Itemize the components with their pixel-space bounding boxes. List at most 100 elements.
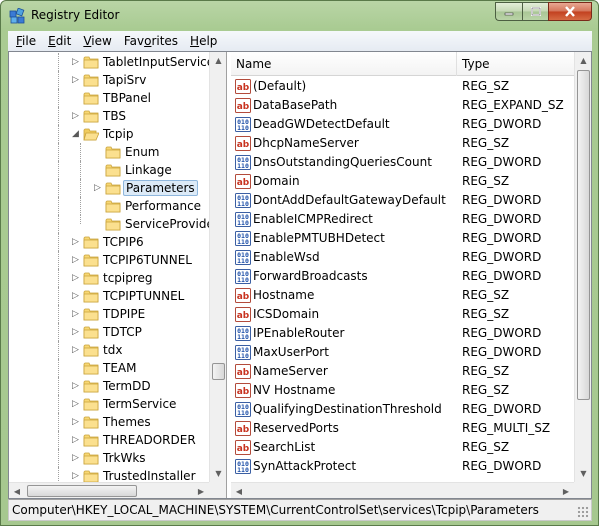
collapsed-arrow-icon[interactable]: ▷: [71, 345, 80, 355]
list-item[interactable]: ab ICSDomain REG_SZ: [231, 305, 574, 324]
maximize-button[interactable]: [522, 2, 548, 21]
list-item[interactable]: 010 110 EnableICMPRedirect REG_DWORD: [231, 210, 574, 229]
collapsed-arrow-icon[interactable]: ▷: [71, 381, 80, 391]
tree-item[interactable]: ▷ TrkWks: [9, 449, 209, 467]
tree-item[interactable]: ▷ TBS: [9, 107, 209, 125]
list-item[interactable]: 010 110 IPEnableRouter REG_DWORD: [231, 324, 574, 343]
tree-scroll-thumb[interactable]: [212, 363, 225, 380]
tree-vertical-scrollbar[interactable]: ▲ ▼: [209, 52, 226, 482]
menu-view[interactable]: View: [77, 31, 117, 51]
tree-item[interactable]: ServiceProvider: [9, 215, 209, 233]
scroll-left-icon[interactable]: ◀: [9, 483, 25, 498]
collapsed-arrow-icon[interactable]: ▷: [71, 327, 80, 337]
tree-item[interactable]: TBPanel: [9, 89, 209, 107]
scroll-left-icon[interactable]: ◀: [231, 483, 247, 498]
resize-grip-icon[interactable]: [577, 506, 589, 518]
list-item[interactable]: 010 110 EnableWsd REG_DWORD: [231, 248, 574, 267]
list-item[interactable]: 010 110 EnablePMTUBHDetect REG_DWORD: [231, 229, 574, 248]
tree-item[interactable]: Performance: [9, 197, 209, 215]
collapsed-arrow-icon[interactable]: ▷: [71, 255, 80, 265]
value-name: SynAttackProtect: [253, 459, 357, 473]
list-item[interactable]: ab Domain REG_SZ: [231, 172, 574, 191]
tree-item[interactable]: ▷ tcpipreg: [9, 269, 209, 287]
list-scroll-thumb[interactable]: [577, 70, 590, 400]
list-item[interactable]: ab NameServer REG_SZ: [231, 362, 574, 381]
close-button[interactable]: [548, 2, 592, 21]
tree-horizontal-scrollbar[interactable]: ◀ ▶: [9, 482, 209, 498]
list-item[interactable]: ab ReservedPorts REG_MULTI_SZ: [231, 419, 574, 438]
tree-item[interactable]: Linkage: [9, 161, 209, 179]
list-item[interactable]: ab DataBasePath REG_EXPAND_SZ: [231, 96, 574, 115]
tree-item[interactable]: ▷ TDTCP: [9, 323, 209, 341]
collapsed-arrow-icon[interactable]: ▷: [93, 183, 102, 193]
collapsed-arrow-icon[interactable]: ▷: [71, 417, 80, 427]
tree-item[interactable]: ▷ TCPIP6TUNNEL: [9, 251, 209, 269]
folder-icon: [105, 199, 121, 213]
column-header-name[interactable]: Name: [231, 52, 457, 76]
list-item[interactable]: 010 110 MaxUserPort REG_DWORD: [231, 343, 574, 362]
list-item[interactable]: 010 110 QualifyingDestinationThreshold REG_…: [231, 400, 574, 419]
collapsed-arrow-icon[interactable]: ▷: [71, 453, 80, 463]
tree-item[interactable]: Enum: [9, 143, 209, 161]
list-vertical-scrollbar[interactable]: ▲ ▼: [574, 52, 591, 482]
menu-favorites[interactable]: Favorites: [118, 31, 184, 51]
collapsed-arrow-icon[interactable]: ▷: [71, 309, 80, 319]
svg-text:110: 110: [237, 409, 249, 417]
list-item[interactable]: ab Hostname REG_SZ: [231, 286, 574, 305]
tree-item[interactable]: ▷ Themes: [9, 413, 209, 431]
menu-help[interactable]: Help: [184, 31, 223, 51]
list-item[interactable]: ab SearchList REG_SZ: [231, 438, 574, 457]
list-item[interactable]: 010 110 ForwardBroadcasts REG_DWORD: [231, 267, 574, 286]
tree-item[interactable]: ▷ TermService: [9, 395, 209, 413]
collapsed-arrow-icon[interactable]: ▷: [71, 57, 80, 67]
list-item[interactable]: ab DhcpNameServer REG_SZ: [231, 134, 574, 153]
expanded-arrow-icon[interactable]: ◢: [71, 129, 80, 139]
list-item[interactable]: 010 110 DontAddDefaultGatewayDefault REG_DW…: [231, 191, 574, 210]
collapsed-arrow-icon[interactable]: ▷: [71, 237, 80, 247]
folder-icon: [83, 307, 99, 321]
list-item[interactable]: 010 110 SynAttackProtect REG_DWORD: [231, 457, 574, 476]
list-item[interactable]: 010 110 DnsOutstandingQueriesCount REG_DWOR…: [231, 153, 574, 172]
tree-item[interactable]: ▷ tdx: [9, 341, 209, 359]
scroll-right-icon[interactable]: ▶: [193, 483, 209, 498]
menu-edit[interactable]: Edit: [42, 31, 77, 51]
collapsed-arrow-icon[interactable]: ▷: [71, 435, 80, 445]
collapsed-arrow-icon[interactable]: ▷: [71, 75, 80, 85]
tree-item[interactable]: TEAM: [9, 359, 209, 377]
tree-item[interactable]: ▷ TCPIP6: [9, 233, 209, 251]
collapsed-arrow-icon[interactable]: ▷: [71, 273, 80, 283]
collapsed-arrow-icon[interactable]: ▷: [71, 291, 80, 301]
tree-item[interactable]: ▷ Parameters: [9, 179, 209, 197]
minimize-button[interactable]: [495, 2, 522, 21]
tree-item[interactable]: ▷ TermDD: [9, 377, 209, 395]
list-item[interactable]: ab (Default) REG_SZ: [231, 77, 574, 96]
tree-item[interactable]: ▷ TDPIPE: [9, 305, 209, 323]
scroll-up-icon[interactable]: ▲: [210, 52, 226, 69]
title-bar[interactable]: Registry Editor: [1, 1, 598, 31]
string-value-icon: ab: [235, 440, 251, 455]
collapsed-arrow-icon[interactable]: ▷: [71, 471, 80, 481]
value-type: REG_DWORD: [462, 155, 542, 169]
collapsed-arrow-icon[interactable]: ▷: [71, 399, 80, 409]
scroll-up-icon[interactable]: ▲: [575, 52, 591, 69]
tree-item[interactable]: ▷ TrustedInstaller: [9, 467, 209, 482]
column-header-type[interactable]: Type: [457, 52, 574, 76]
tree-item[interactable]: ◢ Tcpip: [9, 125, 209, 143]
list-horizontal-scrollbar[interactable]: ◀ ▶: [231, 482, 574, 498]
menu-file[interactable]: File: [10, 31, 42, 51]
list-item[interactable]: 010 110 DeadGWDetectDefault REG_DWORD: [231, 115, 574, 134]
scroll-down-icon[interactable]: ▼: [210, 465, 226, 482]
scrollbar-corner: [574, 482, 591, 498]
tree-item[interactable]: ▷ TCPIPTUNNEL: [9, 287, 209, 305]
svg-text:110: 110: [237, 276, 249, 284]
tree-hscroll-thumb[interactable]: [27, 485, 137, 497]
tree-item[interactable]: ▷ THREADORDER: [9, 431, 209, 449]
tree-item[interactable]: ▷ TapiSrv: [9, 71, 209, 89]
list-item[interactable]: ab NV Hostname REG_SZ: [231, 381, 574, 400]
tree-guide-line: [58, 107, 59, 125]
tree-item-label: TDPIPE: [103, 307, 146, 321]
scroll-right-icon[interactable]: ▶: [558, 483, 574, 498]
collapsed-arrow-icon[interactable]: ▷: [71, 111, 80, 121]
scroll-down-icon[interactable]: ▼: [575, 465, 591, 482]
tree-item[interactable]: ▷ TabletInputService: [9, 53, 209, 71]
